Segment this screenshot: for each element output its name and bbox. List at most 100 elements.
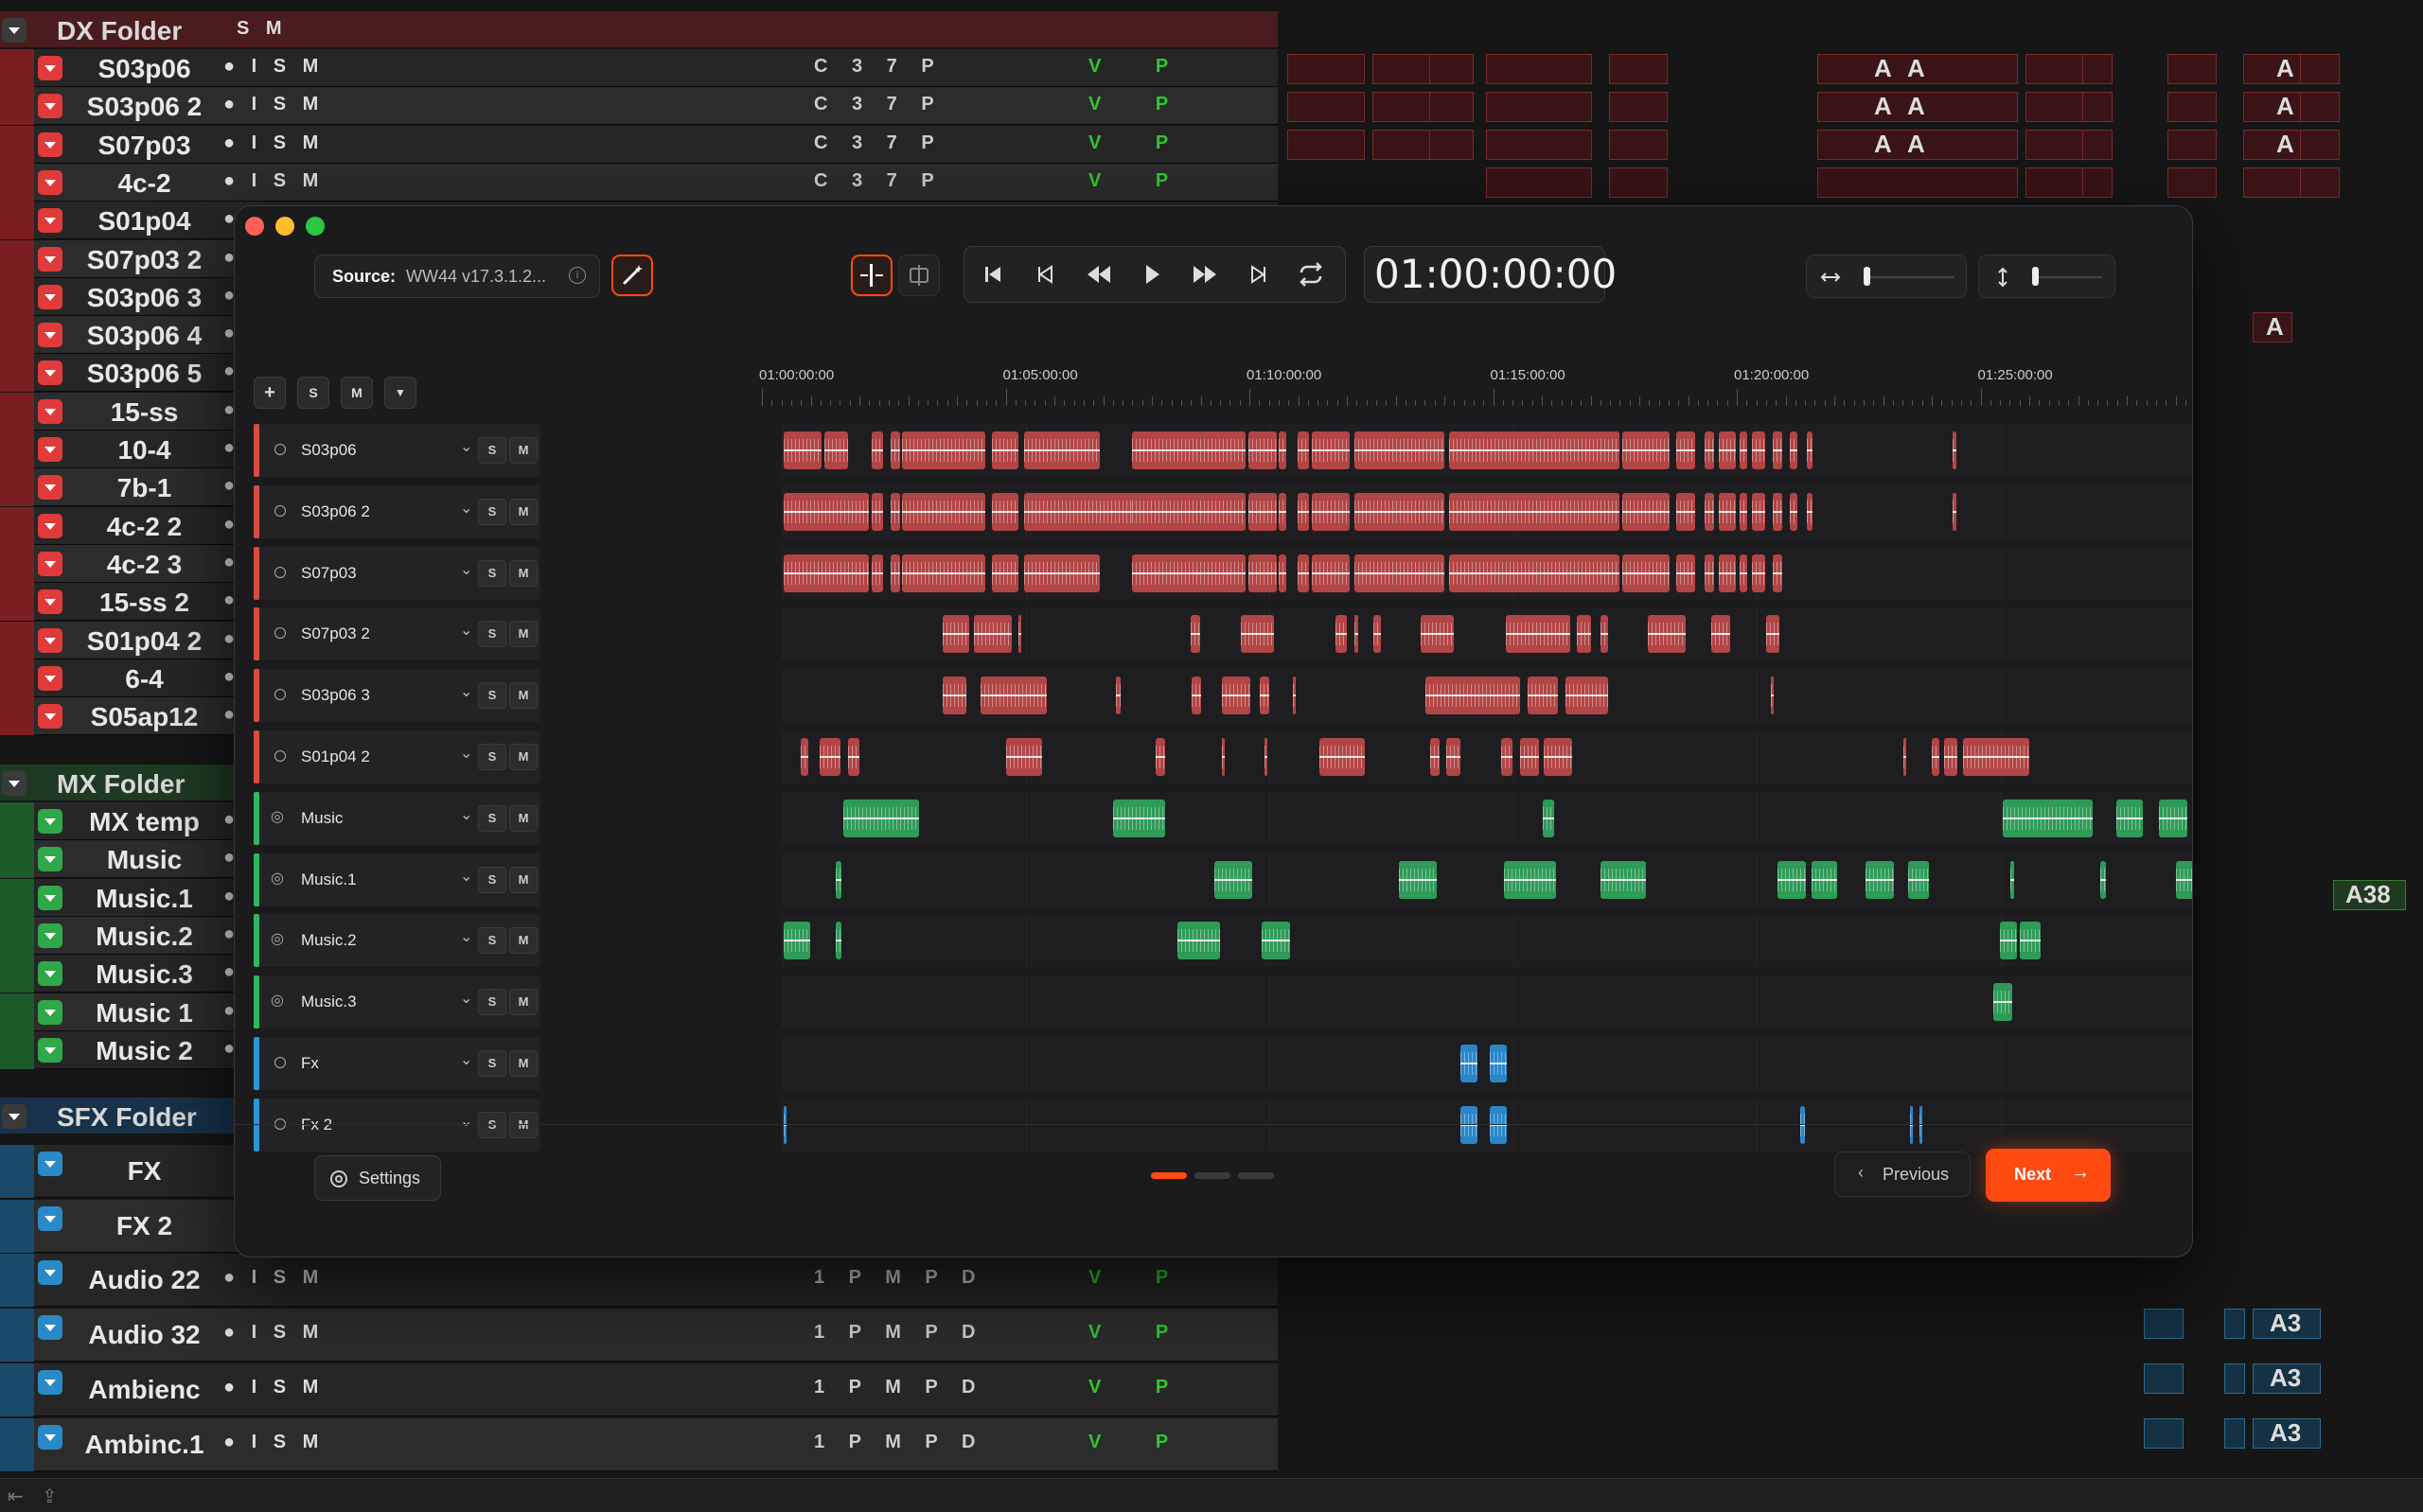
record-arm-icon[interactable]: [274, 566, 286, 578]
track-header[interactable]: S03p06 ● I S M: [0, 49, 1278, 87]
folder-toggle-icon[interactable]: [2, 18, 27, 43]
timeline-ruler[interactable]: 01:00:00:00 01:05:00:00 01:10:00:00 01:15:0…: [759, 362, 2192, 410]
audio-clip[interactable]: [2000, 922, 2017, 960]
audio-clip[interactable]: [1132, 554, 1246, 592]
track-lane[interactable]: [782, 1037, 2192, 1090]
audio-clip[interactable]: [836, 922, 841, 960]
audio-clip[interactable]: [1262, 922, 1290, 960]
timeline-clip[interactable]: [2082, 167, 2113, 198]
audio-clip[interactable]: [784, 492, 869, 531]
audio-clip[interactable]: [1506, 615, 1570, 654]
track-toggle-icon[interactable]: [38, 513, 62, 538]
track-row-header[interactable]: S07p03 ⌄ S M: [254, 546, 540, 600]
timeline-clip[interactable]: [1486, 92, 1592, 122]
timeline-clip[interactable]: [1429, 130, 1474, 160]
track-toggle-icon[interactable]: [38, 885, 62, 910]
audio-clip[interactable]: [992, 492, 1018, 531]
track-row-header[interactable]: ◎ Music ⌄ S M: [254, 791, 540, 845]
track-lane[interactable]: [782, 853, 2192, 906]
stereo-link-icon[interactable]: ◎: [271, 870, 292, 886]
track-mute-button[interactable]: M: [509, 804, 538, 832]
timeline-clip[interactable]: [2300, 167, 2340, 198]
folder-toggle-icon[interactable]: [2, 1104, 27, 1129]
vertical-zoom-slider[interactable]: [1978, 255, 2115, 298]
audio-clip[interactable]: [1752, 431, 1765, 469]
audio-clip[interactable]: [1705, 554, 1714, 592]
track-solo-button[interactable]: S: [478, 1050, 506, 1077]
track-header[interactable]: 4c-2 ● I S M: [0, 163, 1278, 202]
track-row-header[interactable]: S01p04 2 ⌄ S M: [254, 730, 540, 783]
track-toggle-icon[interactable]: [38, 284, 62, 309]
audio-clip[interactable]: [1773, 554, 1782, 592]
track-lane[interactable]: [782, 669, 2192, 723]
zoom-window-button[interactable]: [306, 217, 325, 236]
timeline-clip[interactable]: [2167, 54, 2217, 84]
audio-clip[interactable]: [801, 738, 808, 776]
track-solo-button[interactable]: S: [478, 804, 506, 832]
track-vp-buttons[interactable]: V P: [1088, 1377, 1193, 1398]
audio-clip[interactable]: [784, 922, 810, 960]
track-mute-button[interactable]: M: [509, 1050, 538, 1077]
record-arm-icon[interactable]: [274, 1057, 286, 1068]
audio-clip[interactable]: [1248, 492, 1277, 531]
audio-clip[interactable]: [848, 738, 859, 776]
timeline-clip[interactable]: [2144, 1309, 2184, 1339]
track-toggle-icon[interactable]: [38, 923, 62, 948]
track-toggle-icon[interactable]: [38, 475, 62, 501]
audio-clip[interactable]: [1222, 738, 1225, 776]
timeline-clip[interactable]: [1287, 54, 1365, 84]
audio-clip[interactable]: [1192, 677, 1201, 715]
audio-clip[interactable]: [1490, 1045, 1507, 1082]
chevron-down-icon[interactable]: ⌄: [460, 805, 472, 824]
track-io-buttons[interactable]: 1 P M P D: [814, 1377, 984, 1398]
audio-clip[interactable]: [1248, 554, 1277, 592]
audio-clip[interactable]: [1993, 983, 2012, 1022]
audio-clip[interactable]: [1279, 554, 1286, 592]
audio-clip[interactable]: [1622, 554, 1670, 592]
prev-marker-button[interactable]: [1019, 247, 1072, 302]
timeline-clip[interactable]: [1429, 54, 1474, 84]
next-marker-button[interactable]: [1231, 247, 1284, 302]
track-rec-buttons[interactable]: ● I S M: [223, 132, 324, 154]
track-solo-button[interactable]: S: [478, 682, 506, 710]
audio-clip[interactable]: [2100, 860, 2106, 899]
track-toggle-icon[interactable]: [38, 665, 62, 691]
track-mute-button[interactable]: M: [509, 559, 538, 587]
audio-clip[interactable]: [1421, 615, 1454, 654]
timeline-clip[interactable]: [2300, 130, 2340, 160]
minimize-window-button[interactable]: [275, 217, 294, 236]
track-rec-buttons[interactable]: ● I S M: [223, 94, 324, 115]
track-row-header[interactable]: ◎ Music.3 ⌄ S M: [254, 976, 540, 1029]
audio-clip[interactable]: [784, 431, 822, 469]
timeline-clip[interactable]: [1486, 130, 1592, 160]
audio-clip[interactable]: [1373, 615, 1381, 654]
audio-clip[interactable]: [1319, 738, 1365, 776]
track-header[interactable]: Ambienc ● I S M 1 P M P D V P: [0, 1363, 1278, 1416]
audio-clip[interactable]: [1719, 554, 1736, 592]
chevron-down-icon[interactable]: ⌄: [460, 989, 472, 1008]
audio-clip[interactable]: [2010, 860, 2014, 899]
audio-clip[interactable]: [784, 554, 869, 592]
audio-clip[interactable]: [1298, 554, 1309, 592]
audio-clip[interactable]: [1006, 738, 1042, 776]
audio-clip[interactable]: [1501, 738, 1512, 776]
audio-clip[interactable]: [1460, 1045, 1477, 1082]
audio-clip[interactable]: [1719, 492, 1736, 531]
track-solo-button[interactable]: S: [478, 559, 506, 587]
timeline-clip[interactable]: [2224, 1363, 2245, 1394]
audio-clip[interactable]: [981, 677, 1047, 715]
track-row-header[interactable]: Fx ⌄ S M: [254, 1037, 540, 1090]
audio-clip[interactable]: [1705, 431, 1714, 469]
align-button[interactable]: [898, 255, 940, 296]
timeline-clip[interactable]: [2082, 130, 2113, 160]
track-toggle-icon[interactable]: [38, 961, 62, 987]
timeline-clip[interactable]: [1609, 130, 1668, 160]
audio-clip[interactable]: [1241, 615, 1274, 654]
track-toggle-icon[interactable]: [38, 360, 62, 386]
audio-clip[interactable]: [1449, 492, 1619, 531]
track-toggle-icon[interactable]: [38, 1152, 62, 1176]
track-toggle-icon[interactable]: [38, 1425, 62, 1450]
audio-clip[interactable]: [1790, 492, 1797, 531]
audio-clip[interactable]: [1279, 431, 1286, 469]
audio-clip[interactable]: [1132, 431, 1246, 469]
